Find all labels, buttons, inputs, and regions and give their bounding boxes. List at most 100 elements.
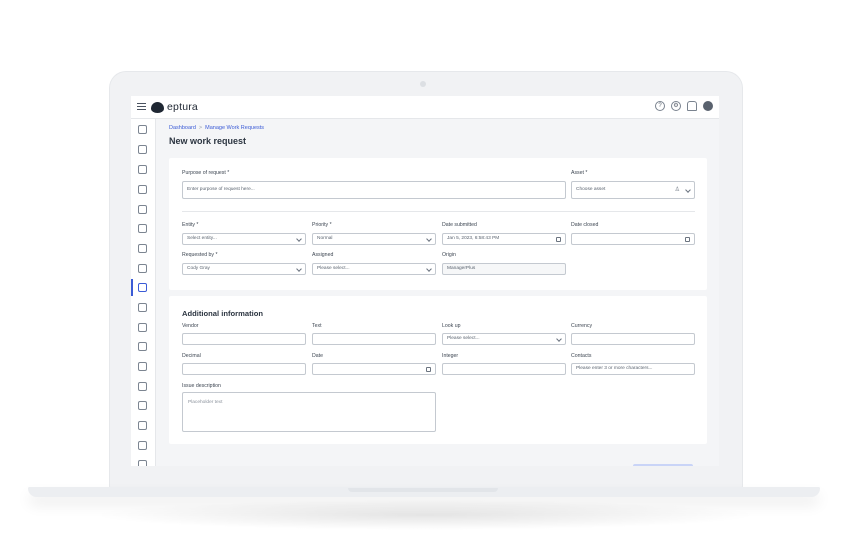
contacts-placeholder: Please enter 3 or more characters... [576,366,653,371]
assigned-label: Assigned [312,252,334,258]
asset-value: Choose asset [576,187,606,192]
chevron-down-icon [296,236,302,242]
calendar-icon[interactable] [556,236,561,242]
send-icon[interactable] [138,244,147,253]
origin-label: Origin [442,252,456,258]
breadcrumb-dashboard[interactable]: Dashboard [169,125,196,131]
laptop-shadow [90,500,760,530]
lookup-label: Look up [442,323,461,329]
requested-by-label: Requested by * [182,252,218,258]
tools-icon[interactable] [138,362,147,371]
requested-by-value: Cody Gray [187,266,210,271]
page-title: New work request [169,136,247,146]
app-screen: eptura ? ⚙ Dashboard > Manage Work Request… [131,96,719,466]
calendar-icon[interactable] [685,236,690,242]
additional-info-card: Additional information Vendor Text Look … [169,296,707,444]
work-request-card: Purpose of request * Enter purpose of re… [169,158,707,290]
entity-select[interactable]: Select entity... [182,233,306,245]
truck-icon[interactable] [138,264,147,273]
dashboard-icon[interactable] [138,125,147,134]
decimal-label: Decimal [182,353,201,359]
submit-button[interactable] [633,464,693,466]
integer-label: Integer [442,353,459,359]
contacts-label: Contacts [571,353,592,359]
breadcrumb-separator: > [198,125,203,131]
app-logo[interactable]: eptura [151,101,198,113]
menu-icon[interactable] [137,103,146,111]
logo-text: eptura [167,101,198,113]
assigned-select[interactable]: Please select... [312,263,436,275]
document-icon[interactable] [138,205,147,214]
entity-label: Entity * [182,222,199,228]
breadcrumb-current[interactable]: Manage Work Requests [205,125,264,131]
issue-description-placeholder: Placeholder text [188,400,223,405]
lookup-select[interactable]: Please select... [442,333,566,345]
origin-input[interactable]: ManagerPlus [442,263,566,275]
asset-label: Asset * [571,170,588,176]
vendor-input[interactable] [182,333,306,345]
vendor-label: Vendor [182,323,199,329]
origin-value: ManagerPlus [447,266,476,271]
wrench-icon[interactable] [138,283,147,292]
priority-select[interactable]: Normal [312,233,436,245]
date-submitted-input[interactable]: Jan 5, 2023, 6:58:43 PM [442,233,566,245]
settings-icon[interactable] [138,460,147,466]
laptop-camera [420,81,426,87]
top-icons: ? ⚙ [655,101,713,111]
lookup-value: Please select... [447,336,480,341]
priority-label: Priority * [312,222,332,228]
text-input[interactable] [312,333,436,345]
chevron-down-icon [685,187,691,193]
logo-mark-icon [151,101,164,113]
breadcrumb: Dashboard > Manage Work Requests [169,125,264,131]
chevron-down-icon [426,236,432,242]
bell-icon[interactable] [687,101,697,111]
vehicle-icon[interactable] [138,185,147,194]
sidebar [131,119,156,466]
currency-label: Currency [571,323,593,329]
chevron-down-icon [296,266,302,272]
date-submitted-value: Jan 5, 2023, 6:58:43 PM [447,236,500,241]
date-label: Date [312,353,323,359]
purpose-label: Purpose of request * [182,170,230,176]
truck-cart-icon[interactable] [138,323,147,332]
chart-icon[interactable] [138,441,147,450]
requested-by-select[interactable]: Cody Gray [182,263,306,275]
contacts-input[interactable]: Please enter 3 or more characters... [571,363,695,375]
chevron-down-icon [556,336,562,342]
text-label: Text [312,323,322,329]
issue-description-textarea[interactable]: Placeholder text [182,392,436,432]
entity-value: Select entity... [187,236,217,241]
date-input[interactable] [312,363,436,375]
clipboard-icon[interactable] [138,224,147,233]
asset-select[interactable]: Choose asset ♙ [571,181,695,199]
person-icon[interactable] [138,165,147,174]
help-icon[interactable]: ? [655,101,665,111]
section-divider [182,211,695,212]
date-submitted-label: Date submitted [442,222,477,228]
gear-icon[interactable]: ⚙ [671,101,681,111]
currency-input[interactable] [571,333,695,345]
cart-icon[interactable] [138,303,147,312]
laptop-notch [348,488,498,492]
priority-value: Normal [317,236,333,241]
worker-icon[interactable] [138,382,147,391]
user-avatar[interactable] [703,101,713,111]
date-closed-label: Date closed [571,222,599,228]
decimal-input[interactable] [182,363,306,375]
report-icon[interactable] [138,421,147,430]
people-icon[interactable] [138,401,147,410]
person-search-icon[interactable]: ♙ [675,187,680,193]
assigned-value: Please select... [317,266,350,271]
issue-description-label: Issue description [182,383,221,389]
chevron-down-icon [426,266,432,272]
top-bar: eptura ? ⚙ [131,96,719,119]
calendar-icon[interactable] [426,366,431,372]
sidebar-active-indicator [131,279,133,296]
purpose-placeholder: Enter purpose of request here... [187,187,255,192]
purpose-input[interactable]: Enter purpose of request here... [182,181,566,199]
buildings-icon[interactable] [138,145,147,154]
date-closed-input[interactable] [571,233,695,245]
integer-input[interactable] [442,363,566,375]
delivery-icon[interactable] [138,342,147,351]
